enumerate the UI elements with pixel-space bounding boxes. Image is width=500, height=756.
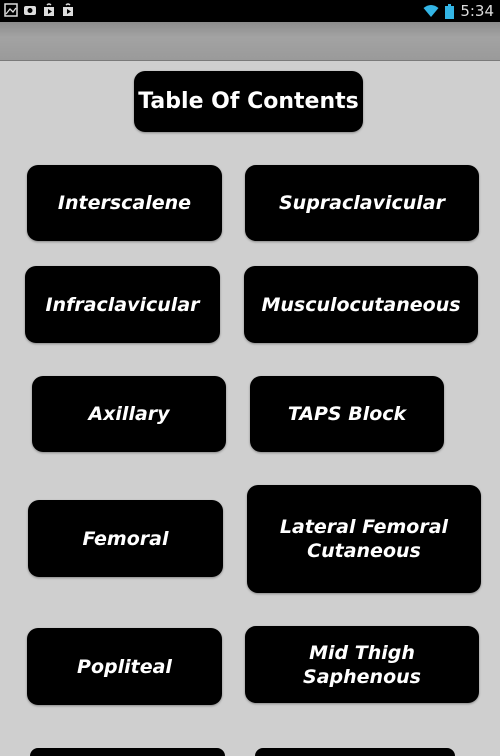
supraclavicular-label: Supraclavicular: [279, 192, 445, 214]
supraclavicular-button[interactable]: Supraclavicular: [245, 165, 479, 241]
lateral-femoral-cutaneous-label: Lateral Femoral Cutaneous: [279, 516, 449, 562]
play-store-icon: [44, 3, 54, 16]
lateral-femoral-cutaneous-button[interactable]: Lateral Femoral Cutaneous: [247, 485, 481, 593]
table-of-contents-button[interactable]: Table Of Contents: [134, 71, 363, 132]
axillary-button[interactable]: Axillary: [32, 376, 226, 452]
next-row-button-peek: [30, 748, 225, 756]
mid-thigh-saphenous-label: Mid Thigh Saphenous: [303, 641, 421, 688]
next-row-button-peek: [255, 748, 455, 756]
play-store-icon: [63, 3, 73, 16]
taps-block-label: TAPS Block: [287, 403, 407, 425]
popliteal-label: Popliteal: [77, 655, 172, 678]
taps-block-button[interactable]: TAPS Block: [250, 376, 444, 452]
table-of-contents-label: Table Of Contents: [138, 88, 359, 114]
musculocutaneous-label: Musculocutaneous: [261, 293, 461, 316]
camera-icon: [24, 6, 36, 15]
action-bar: [0, 22, 500, 61]
femoral-button[interactable]: Femoral: [28, 500, 223, 577]
wifi-icon: [423, 5, 439, 17]
infraclavicular-button[interactable]: Infraclavicular: [25, 266, 220, 343]
status-bar: 5:34: [0, 0, 500, 22]
popliteal-button[interactable]: Popliteal: [27, 628, 222, 705]
status-time: 5:34: [460, 2, 494, 20]
interscalene-button[interactable]: Interscalene: [27, 165, 222, 241]
axillary-label: Axillary: [88, 403, 170, 425]
image-icon: [4, 3, 18, 17]
musculocutaneous-button[interactable]: Musculocutaneous: [244, 266, 478, 343]
interscalene-label: Interscalene: [57, 192, 192, 214]
infraclavicular-label: Infraclavicular: [45, 293, 200, 316]
battery-icon: [445, 3, 455, 19]
mid-thigh-saphenous-button[interactable]: Mid Thigh Saphenous: [245, 626, 479, 703]
femoral-label: Femoral: [82, 527, 169, 550]
